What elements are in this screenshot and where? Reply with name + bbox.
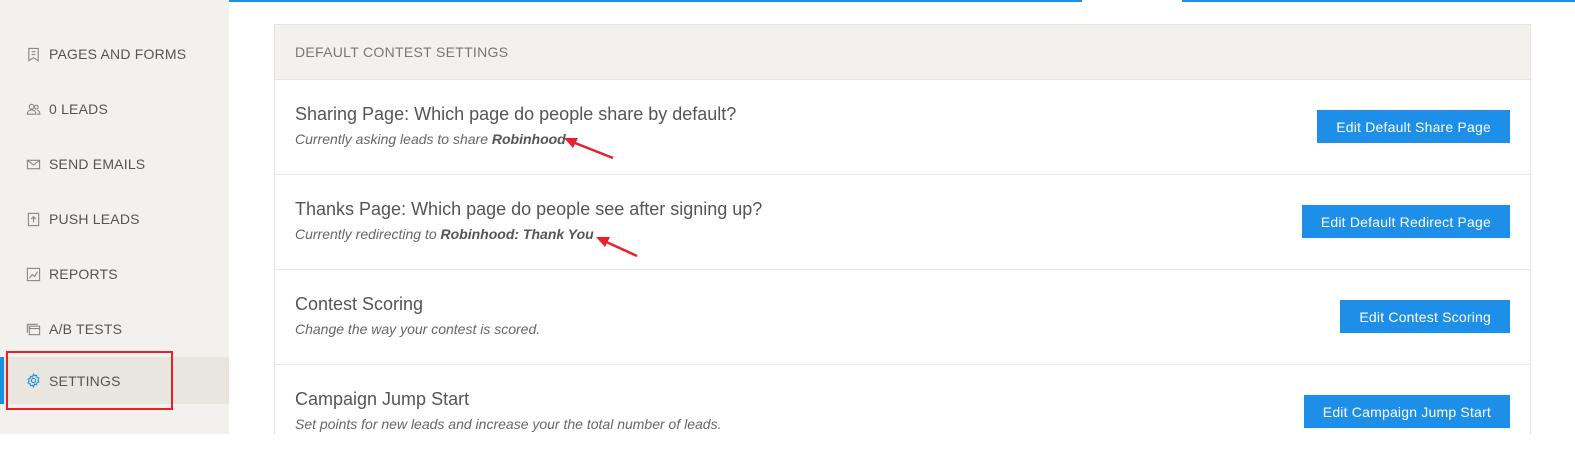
row-title: Sharing Page: Which page do people share… (295, 104, 737, 124)
edit-default-share-page-button[interactable]: Edit Default Share Page (1317, 110, 1510, 143)
settings-row-sharing-page: Sharing Page: Which page do people share… (275, 80, 1530, 175)
redirect-page-name: Robinhood: Thank You (440, 226, 594, 242)
row-title: Contest Scoring (295, 294, 424, 314)
row-description: Currently redirecting to Robinhood: Than… (295, 226, 594, 242)
sidebar-item-label: SEND EMAILS (49, 156, 146, 172)
window-icon (25, 321, 41, 337)
page-icon (25, 46, 41, 62)
settings-row-thanks-page: Thanks Page: Which page do people see af… (275, 175, 1530, 270)
chart-icon (25, 266, 41, 282)
sidebar-item-pages-and-forms[interactable]: PAGES AND FORMS (0, 31, 229, 77)
top-accent-line-right (1182, 0, 1575, 2)
description-text: Change the way your contest is scored. (295, 321, 541, 337)
share-page-name: Robinhood (491, 131, 566, 147)
sidebar-item-label: PUSH LEADS (49, 211, 140, 227)
edit-default-redirect-page-button[interactable]: Edit Default Redirect Page (1301, 205, 1510, 238)
sidebar-item-push-leads[interactable]: PUSH LEADS (0, 196, 229, 242)
panel-header: DEFAULT CONTEST SETTINGS (275, 25, 1530, 80)
sidebar: PAGES AND FORMS 0 LEADS SEND EMAILS PUSH… (0, 0, 229, 434)
settings-row-contest-scoring: Contest Scoring Change the way your cont… (275, 270, 1530, 365)
description-text: Currently redirecting to (295, 226, 441, 242)
default-contest-settings-panel: DEFAULT CONTEST SETTINGS Sharing Page: W… (274, 24, 1531, 434)
top-accent-line (229, 0, 1082, 2)
sidebar-item-label: SETTINGS (49, 372, 121, 389)
row-description: Currently asking leads to share Robinhoo… (295, 131, 566, 147)
row-description: Change the way your contest is scored. (295, 321, 540, 337)
upload-icon (25, 211, 41, 227)
sidebar-item-label: REPORTS (49, 266, 118, 282)
edit-campaign-jump-start-button[interactable]: Edit Campaign Jump Start (1303, 395, 1510, 428)
row-title: Campaign Jump Start (295, 389, 470, 409)
envelope-icon (25, 156, 41, 172)
description-text: Currently asking leads to share (295, 131, 492, 147)
sidebar-item-label: A/B TESTS (49, 321, 123, 337)
sidebar-item-label: PAGES AND FORMS (49, 46, 187, 62)
row-title: Thanks Page: Which page do people see af… (295, 199, 763, 219)
row-description: Set points for new leads and increase yo… (295, 416, 721, 432)
sidebar-item-settings[interactable]: SETTINGS (0, 357, 229, 404)
sidebar-item-ab-tests[interactable]: A/B TESTS (0, 306, 229, 352)
description-text: Set points for new leads and increase yo… (295, 416, 722, 432)
sidebar-item-reports[interactable]: REPORTS (0, 251, 229, 297)
active-indicator (0, 357, 4, 404)
sidebar-item-label: 0 LEADS (49, 101, 108, 117)
edit-contest-scoring-button[interactable]: Edit Contest Scoring (1340, 300, 1510, 333)
sidebar-item-send-emails[interactable]: SEND EMAILS (0, 141, 229, 187)
settings-row-campaign-jump-start: Campaign Jump Start Set points for new l… (275, 365, 1530, 460)
sidebar-item-leads[interactable]: 0 LEADS (0, 86, 229, 132)
users-icon (25, 101, 41, 117)
gear-icon (25, 373, 41, 389)
